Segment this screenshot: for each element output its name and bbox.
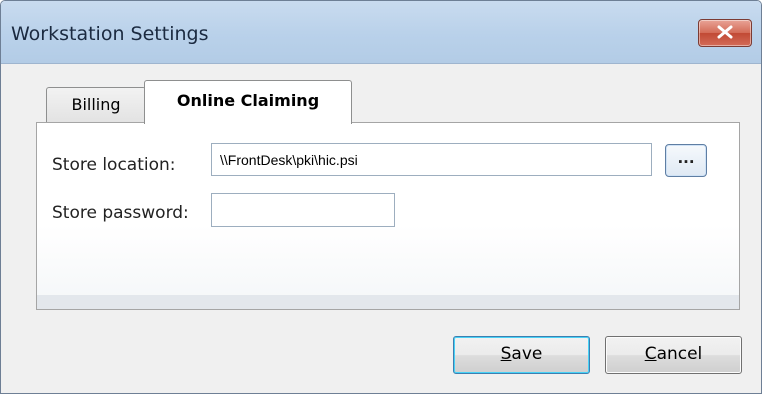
tab-billing[interactable]: Billing [46, 87, 146, 122]
cancel-button-label: ancel [656, 344, 703, 364]
save-button-label: ave [511, 344, 543, 364]
dialog-body: Billing Online Claiming Store location: … [1, 64, 761, 393]
tab-billing-label: Billing [71, 95, 121, 114]
cancel-button[interactable]: Cancel [605, 336, 742, 374]
tab-panel-online-claiming: Store location: ... Store password: [36, 122, 740, 310]
store-password-label: Store password: [52, 203, 189, 223]
tab-online-claiming-label: Online Claiming [176, 91, 320, 110]
browse-button[interactable]: ... [665, 144, 707, 177]
store-location-input[interactable] [211, 143, 652, 176]
save-button-mnemonic: S [500, 344, 512, 364]
panel-footer-strip [37, 295, 739, 309]
save-button[interactable]: Save [453, 336, 590, 374]
close-icon [717, 25, 733, 39]
close-button[interactable] [698, 19, 752, 47]
window-title: Workstation Settings [11, 23, 209, 45]
tab-online-claiming[interactable]: Online Claiming [144, 80, 352, 124]
store-password-input[interactable] [211, 193, 395, 227]
workstation-settings-window: Workstation Settings Billing Online Clai… [0, 0, 762, 394]
store-location-label: Store location: [52, 155, 176, 175]
cancel-button-mnemonic: C [644, 344, 657, 364]
title-bar: Workstation Settings [1, 1, 761, 64]
